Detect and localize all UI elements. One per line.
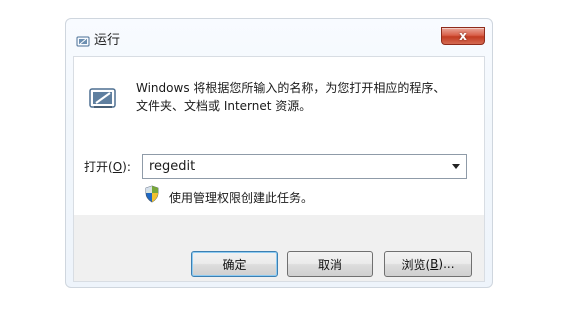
run-program-icon	[89, 88, 116, 108]
cancel-button-label: 取消	[317, 257, 342, 272]
ok-button-label: 确定	[222, 257, 247, 272]
browse-label-hotkey: B	[430, 257, 439, 271]
title-bar[interactable]: 运行 x	[66, 19, 492, 57]
dialog-content: Windows 将根据您所输入的名称，为您打开相应的程序、 文件夹、文档或 In…	[73, 56, 485, 282]
open-combobox[interactable]	[142, 154, 467, 179]
run-dialog-icon	[76, 36, 90, 47]
browse-label-suffix: )...	[438, 257, 455, 271]
description-line-1: Windows 将根据您所输入的名称，为您打开相应的程序、	[136, 81, 446, 95]
chevron-down-icon[interactable]	[452, 164, 460, 169]
close-icon: x	[459, 29, 467, 43]
admin-permission-note: 使用管理权限创建此任务。	[169, 191, 314, 205]
run-dialog-window: 运行 x Windows 将根据您所输入的名称，为您打开相应的程序、 文件夹、文…	[65, 18, 493, 288]
ok-button[interactable]: 确定	[191, 251, 278, 277]
open-label: 打开(O):	[84, 158, 131, 176]
uac-shield-icon	[145, 185, 159, 203]
open-input[interactable]	[143, 155, 443, 178]
description-line-2: 文件夹、文档或 Internet 资源。	[136, 99, 312, 113]
close-button[interactable]: x	[441, 27, 485, 45]
open-label-suffix: ):	[122, 160, 131, 174]
browse-button[interactable]: 浏览(B)...	[384, 251, 472, 277]
screenshot-page: 运行 x Windows 将根据您所输入的名称，为您打开相应的程序、 文件夹、文…	[0, 0, 574, 311]
browse-label-prefix: 浏览(	[401, 257, 431, 272]
cancel-button[interactable]: 取消	[287, 251, 373, 277]
window-title: 运行	[94, 33, 121, 48]
open-label-prefix: 打开(	[84, 160, 113, 174]
open-label-hotkey: O	[112, 160, 123, 174]
run-description: Windows 将根据您所输入的名称，为您打开相应的程序、 文件夹、文档或 In…	[136, 79, 466, 115]
